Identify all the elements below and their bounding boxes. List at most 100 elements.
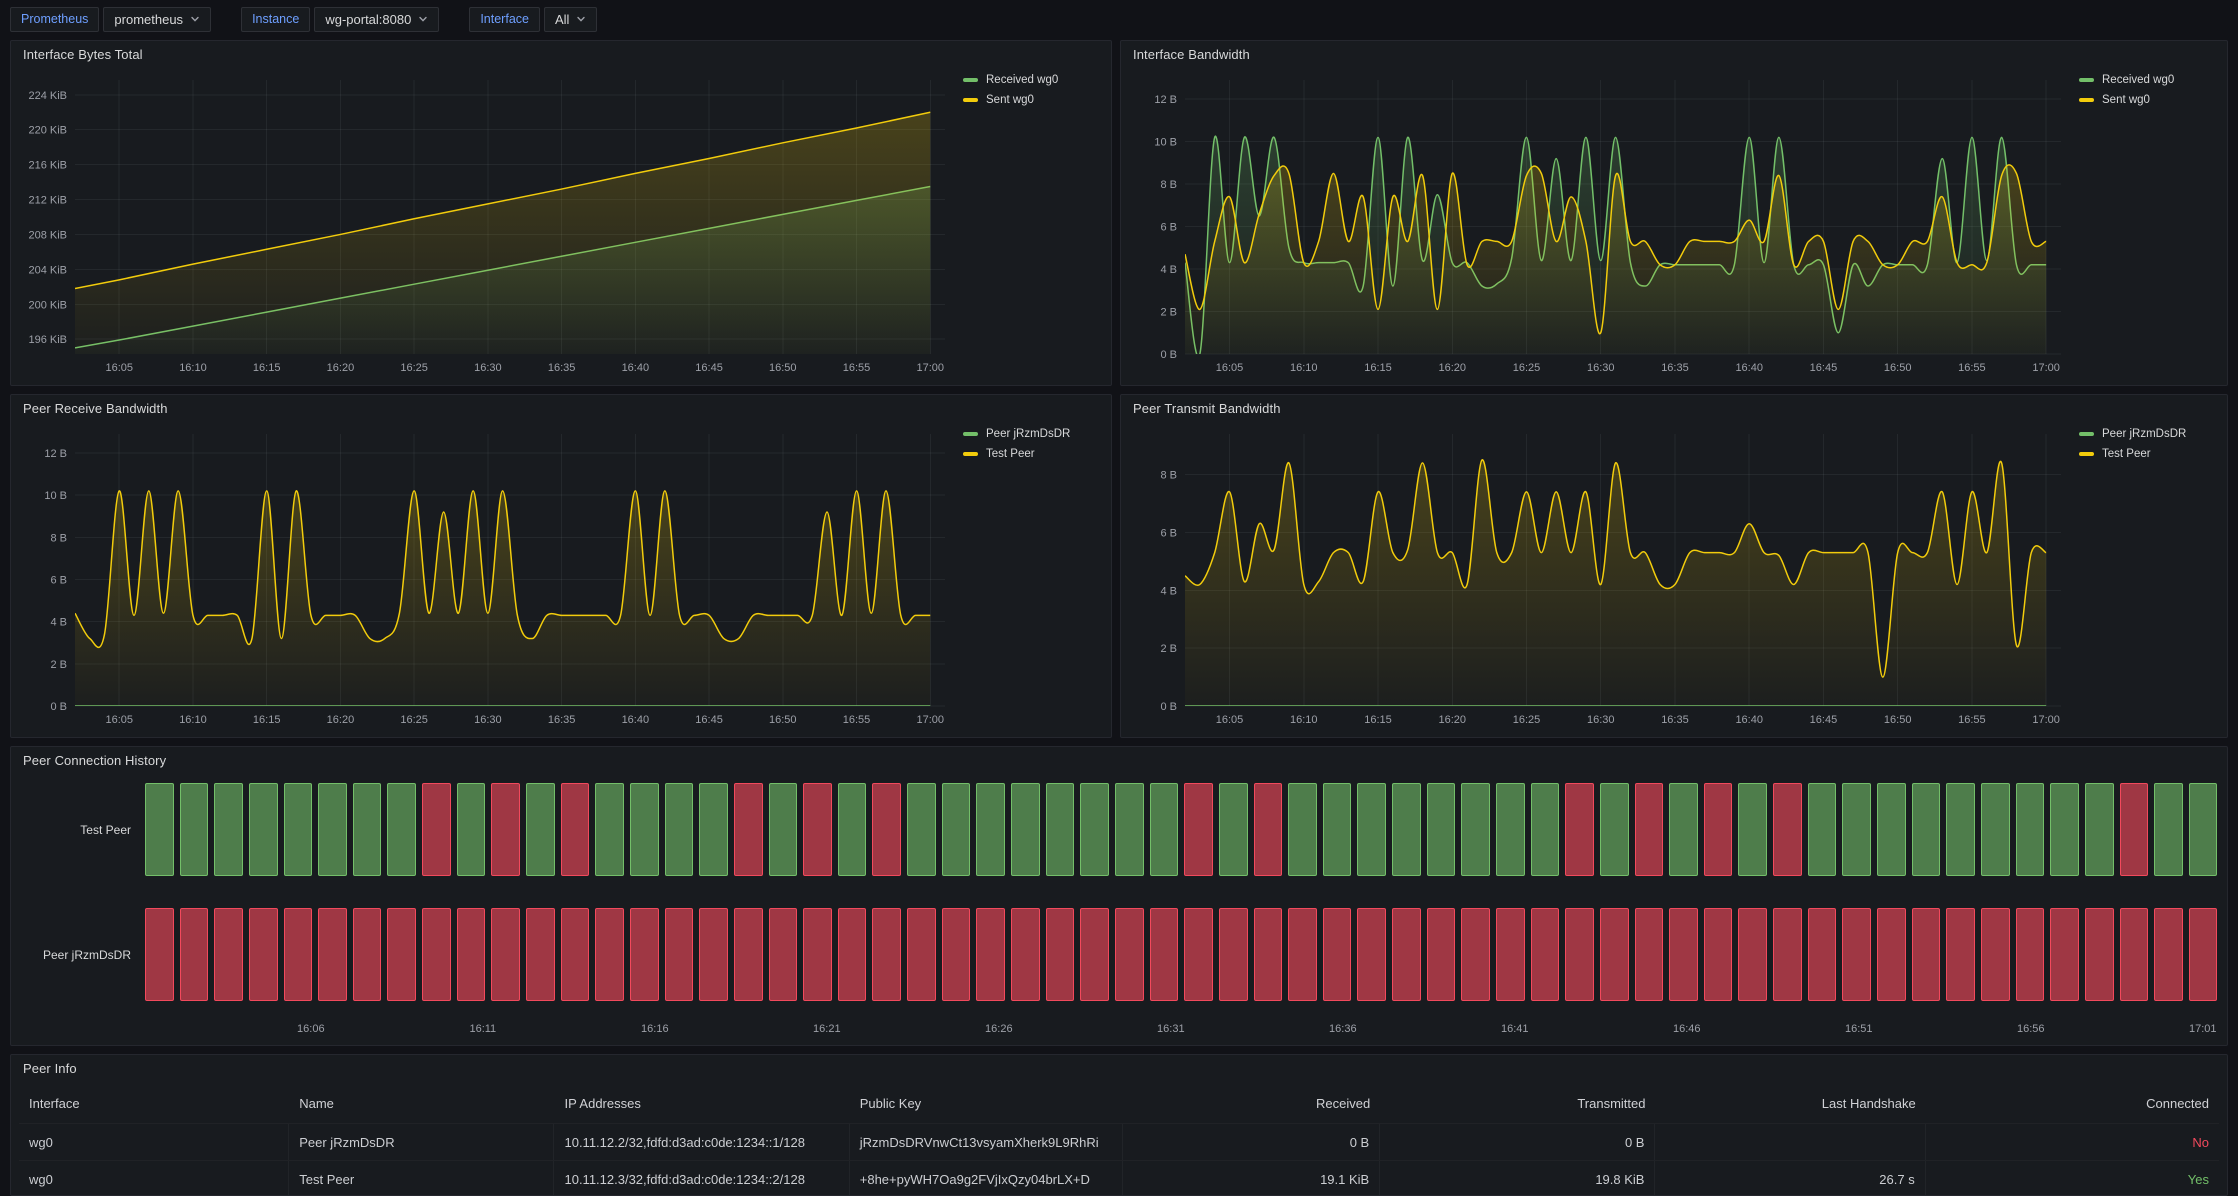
status-bar-down[interactable] xyxy=(1288,908,1317,1001)
status-bar-down[interactable] xyxy=(1669,908,1698,1001)
status-bar-down[interactable] xyxy=(907,908,936,1001)
status-bar-down[interactable] xyxy=(630,908,659,1001)
status-bar-down[interactable] xyxy=(803,908,832,1001)
status-bar-down[interactable] xyxy=(2120,783,2149,876)
status-bar-down[interactable] xyxy=(2016,908,2045,1001)
status-bar-down[interactable] xyxy=(1842,908,1871,1001)
status-bar-up[interactable] xyxy=(1427,783,1456,876)
status-bar-down[interactable] xyxy=(1981,908,2010,1001)
status-bar-up[interactable] xyxy=(1323,783,1352,876)
status-bar-down[interactable] xyxy=(1773,908,1802,1001)
status-bar-up[interactable] xyxy=(1461,783,1490,876)
legend-item-received-wg0[interactable]: Received wg0 xyxy=(963,74,1103,86)
status-bar-up[interactable] xyxy=(1600,783,1629,876)
status-bar-up[interactable] xyxy=(180,783,209,876)
status-bar-down[interactable] xyxy=(1323,908,1352,1001)
status-bar-down[interactable] xyxy=(1011,908,1040,1001)
status-bar-up[interactable] xyxy=(1808,783,1837,876)
status-bar-down[interactable] xyxy=(803,783,832,876)
status-bar-down[interactable] xyxy=(1080,908,1109,1001)
variable-value-instance-dropdown[interactable]: wg-portal:8080 xyxy=(314,7,439,32)
status-bar-down[interactable] xyxy=(1808,908,1837,1001)
status-bar-up[interactable] xyxy=(318,783,347,876)
status-bar-down[interactable] xyxy=(422,908,451,1001)
status-bar-up[interactable] xyxy=(630,783,659,876)
status-bar-up[interactable] xyxy=(1877,783,1906,876)
status-bar-up[interactable] xyxy=(284,783,313,876)
status-bar-down[interactable] xyxy=(214,908,243,1001)
table-header-connected[interactable]: Connected xyxy=(1926,1083,2219,1123)
status-bar-down[interactable] xyxy=(2120,908,2149,1001)
status-bar-down[interactable] xyxy=(1531,908,1560,1001)
legend-item-sent-wg0[interactable]: Sent wg0 xyxy=(963,94,1103,106)
status-bar-up[interactable] xyxy=(1080,783,1109,876)
status-bar-up[interactable] xyxy=(1046,783,1075,876)
status-bar-down[interactable] xyxy=(699,908,728,1001)
status-bar-up[interactable] xyxy=(1738,783,1767,876)
status-bar-up[interactable] xyxy=(665,783,694,876)
status-bar-down[interactable] xyxy=(1461,908,1490,1001)
status-bar-down[interactable] xyxy=(1219,908,1248,1001)
status-bar-up[interactable] xyxy=(1669,783,1698,876)
status-bar-down[interactable] xyxy=(1392,908,1421,1001)
status-bar-up[interactable] xyxy=(1392,783,1421,876)
status-bar-down[interactable] xyxy=(491,908,520,1001)
status-bar-down[interactable] xyxy=(1357,908,1386,1001)
status-bar-up[interactable] xyxy=(976,783,1005,876)
status-bar-up[interactable] xyxy=(1496,783,1525,876)
table-header-received[interactable]: Received xyxy=(1123,1083,1380,1123)
legend-item-test-peer[interactable]: Test Peer xyxy=(963,448,1103,460)
status-bar-down[interactable] xyxy=(665,908,694,1001)
status-bar-up[interactable] xyxy=(2154,783,2183,876)
status-bar-up[interactable] xyxy=(1357,783,1386,876)
status-bar-up[interactable] xyxy=(1981,783,2010,876)
status-bar-down[interactable] xyxy=(145,908,174,1001)
legend-item-peer-jrzmdsdr[interactable]: Peer jRzmDsDR xyxy=(963,428,1103,440)
status-bar-down[interactable] xyxy=(1704,783,1733,876)
status-bar-down[interactable] xyxy=(1565,908,1594,1001)
status-bar-down[interactable] xyxy=(2050,908,2079,1001)
status-bar-down[interactable] xyxy=(1046,908,1075,1001)
variable-value-prometheus-dropdown[interactable]: prometheus xyxy=(103,7,211,32)
status-bar-up[interactable] xyxy=(1011,783,1040,876)
status-bar-down[interactable] xyxy=(1565,783,1594,876)
status-bar-up[interactable] xyxy=(1219,783,1248,876)
status-bar-down[interactable] xyxy=(1600,908,1629,1001)
status-bar-down[interactable] xyxy=(2085,908,2114,1001)
legend-item-sent-wg0[interactable]: Sent wg0 xyxy=(2079,94,2219,106)
status-bar-down[interactable] xyxy=(1877,908,1906,1001)
status-bar-up[interactable] xyxy=(699,783,728,876)
status-bar-down[interactable] xyxy=(2154,908,2183,1001)
status-bar-down[interactable] xyxy=(284,908,313,1001)
status-bar-down[interactable] xyxy=(1738,908,1767,1001)
status-bar-down[interactable] xyxy=(561,908,590,1001)
status-bar-down[interactable] xyxy=(1150,908,1179,1001)
status-bar-down[interactable] xyxy=(872,783,901,876)
status-bar-down[interactable] xyxy=(1115,908,1144,1001)
status-bar-down[interactable] xyxy=(387,908,416,1001)
status-bar-down[interactable] xyxy=(769,908,798,1001)
status-bar-up[interactable] xyxy=(249,783,278,876)
status-bar-down[interactable] xyxy=(1773,783,1802,876)
status-bar-down[interactable] xyxy=(457,908,486,1001)
status-bar-up[interactable] xyxy=(595,783,624,876)
table-header-last-handshake[interactable]: Last Handshake xyxy=(1655,1083,1925,1123)
status-bar-down[interactable] xyxy=(1496,908,1525,1001)
status-bar-up[interactable] xyxy=(1912,783,1941,876)
status-bar-down[interactable] xyxy=(561,783,590,876)
status-bar-up[interactable] xyxy=(214,783,243,876)
status-bar-up[interactable] xyxy=(942,783,971,876)
status-bar-up[interactable] xyxy=(2189,783,2218,876)
status-bar-up[interactable] xyxy=(1115,783,1144,876)
status-bar-down[interactable] xyxy=(491,783,520,876)
status-bar-down[interactable] xyxy=(872,908,901,1001)
status-bar-up[interactable] xyxy=(2016,783,2045,876)
legend-item-received-wg0[interactable]: Received wg0 xyxy=(2079,74,2219,86)
status-bar-down[interactable] xyxy=(1254,908,1283,1001)
legend-item-peer-jrzmdsdr[interactable]: Peer jRzmDsDR xyxy=(2079,428,2219,440)
status-bar-down[interactable] xyxy=(249,908,278,1001)
status-bar-up[interactable] xyxy=(2085,783,2114,876)
status-bar-up[interactable] xyxy=(1288,783,1317,876)
status-bar-down[interactable] xyxy=(1912,908,1941,1001)
status-bar-down[interactable] xyxy=(1184,908,1213,1001)
